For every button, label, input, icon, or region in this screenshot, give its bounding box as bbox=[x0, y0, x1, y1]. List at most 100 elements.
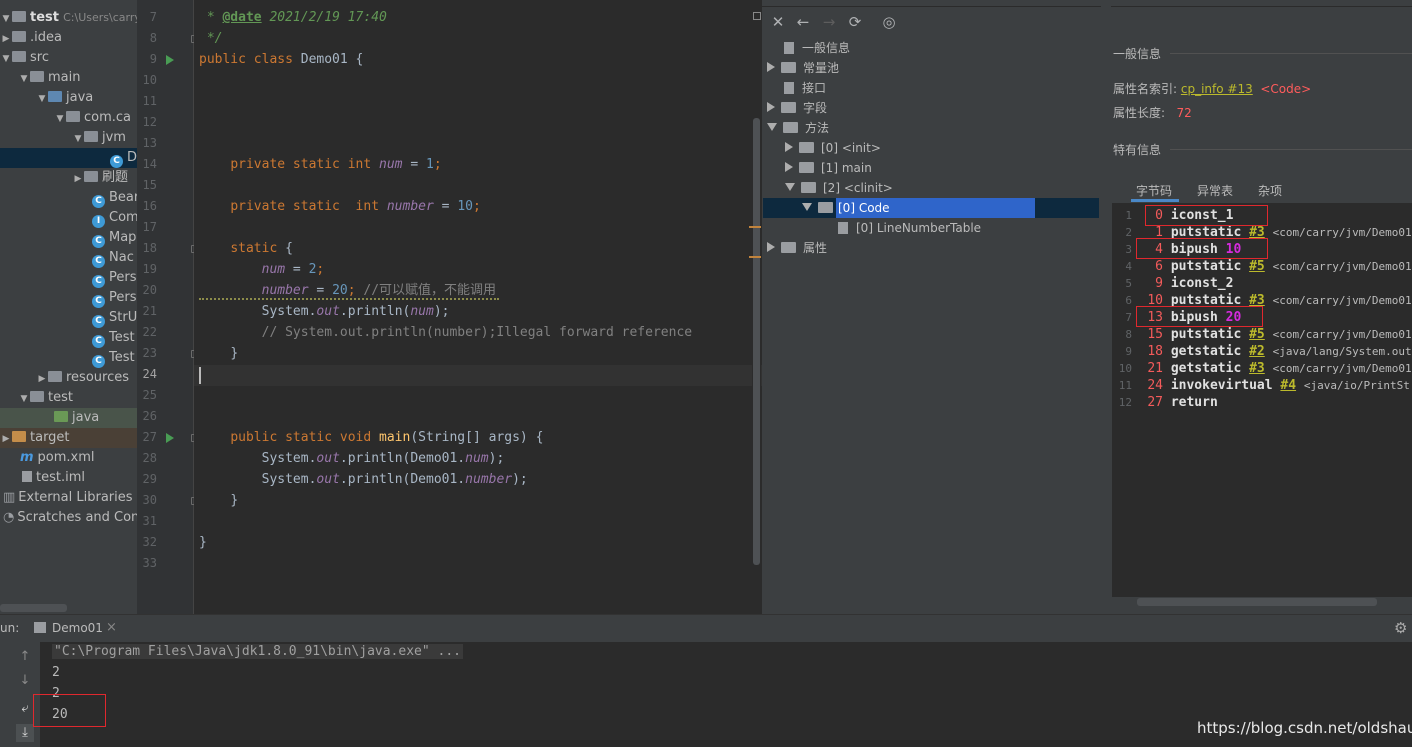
chevron-right-icon[interactable] bbox=[785, 142, 793, 152]
chevron-down-icon[interactable]: ▼ bbox=[0, 9, 12, 29]
tree-item-idea[interactable]: ▶ .idea bbox=[0, 28, 137, 48]
tree-item-class[interactable]: I Com bbox=[0, 208, 137, 228]
folder-icon bbox=[799, 142, 814, 153]
tree-item-shuati[interactable]: ▶ 刷题 bbox=[0, 168, 137, 188]
line-number: 10 bbox=[142, 73, 157, 87]
error-stripe-mark[interactable] bbox=[749, 256, 761, 258]
separator bbox=[1170, 53, 1412, 54]
back-arrow-icon[interactable]: ← bbox=[791, 8, 815, 36]
chevron-down-icon[interactable] bbox=[785, 183, 795, 191]
tree-item-external-libraries[interactable]: ▥ External Libraries bbox=[0, 488, 137, 508]
chevron-right-icon[interactable] bbox=[767, 102, 775, 112]
project-hscroll[interactable] bbox=[0, 604, 67, 612]
inspection-status-icon[interactable] bbox=[753, 12, 761, 20]
tree-label: Scratches and Cons bbox=[17, 510, 137, 525]
scroll-to-end-icon[interactable]: ⤓ bbox=[16, 724, 34, 742]
tree-item-src[interactable]: ▼ src bbox=[0, 48, 137, 68]
error-stripe-mark[interactable] bbox=[749, 226, 761, 228]
editor-scrollbar-thumb[interactable] bbox=[753, 118, 760, 565]
line-number: 12 bbox=[142, 115, 157, 129]
soft-wrap-icon[interactable]: ⤶ bbox=[16, 700, 34, 718]
bc-tree-method-main[interactable]: [1] main bbox=[785, 158, 872, 178]
close-tab-icon[interactable]: × bbox=[106, 620, 117, 635]
class-icon: C bbox=[92, 355, 105, 368]
splitter[interactable] bbox=[1101, 0, 1111, 614]
up-arrow-icon[interactable]: ↑ bbox=[16, 648, 34, 666]
tree-item-main[interactable]: ▼ main bbox=[0, 68, 137, 88]
bc-tree-line-number-table[interactable]: [0] LineNumberTable bbox=[838, 218, 981, 238]
bc-tree-attributes[interactable]: 属性 bbox=[767, 238, 827, 258]
tree-label: java bbox=[72, 410, 100, 425]
tree-item-test[interactable]: ▼ test bbox=[0, 388, 137, 408]
bytecode-hscroll[interactable] bbox=[1137, 598, 1377, 606]
chevron-down-icon[interactable] bbox=[767, 123, 777, 131]
tree-item-resources[interactable]: ▶ resources bbox=[0, 368, 137, 388]
tree-item-jvm[interactable]: ▼ jvm bbox=[0, 128, 137, 148]
bc-tree-interfaces[interactable]: 接口 bbox=[784, 78, 826, 98]
line-number: 13 bbox=[142, 136, 157, 150]
tree-item-iml[interactable]: test.iml bbox=[0, 468, 137, 488]
chevron-right-icon[interactable]: ▶ bbox=[0, 429, 12, 449]
refresh-icon[interactable]: ⟳ bbox=[843, 8, 867, 36]
chevron-down-icon[interactable]: ▼ bbox=[18, 389, 30, 409]
tree-item-class[interactable]: C Nac bbox=[0, 248, 137, 268]
file-icon bbox=[784, 82, 794, 94]
close-icon[interactable]: ✕ bbox=[766, 8, 790, 36]
chevron-right-icon[interactable]: ▶ bbox=[72, 169, 84, 189]
code-line-16: private static int number = 10; bbox=[230, 199, 481, 214]
tree-item-class[interactable]: C Map bbox=[0, 228, 137, 248]
code-line-19: num = 2; bbox=[261, 262, 325, 277]
cp-info-link[interactable]: cp_info #13 bbox=[1181, 82, 1253, 96]
tree-item-class[interactable]: C Test bbox=[0, 348, 137, 368]
tree-item-class[interactable]: C Pers bbox=[0, 268, 137, 288]
bc-tree-code[interactable]: [0] Code bbox=[802, 198, 1035, 218]
bc-tree-method-init[interactable]: [0] <init> bbox=[785, 138, 881, 158]
bc-tree-method-clinit[interactable]: [2] <clinit> bbox=[785, 178, 893, 198]
tree-item-demo01[interactable]: CD bbox=[0, 148, 137, 168]
chevron-right-icon[interactable] bbox=[767, 62, 775, 72]
tree-item-class[interactable]: C StrU bbox=[0, 308, 137, 328]
line-number: 19 bbox=[142, 262, 157, 276]
chevron-down-icon[interactable]: ▼ bbox=[18, 69, 30, 89]
root-path: C:\Users\carry. bbox=[63, 11, 137, 24]
code-line-9: public class Demo01 { bbox=[199, 52, 364, 67]
bc-tree-general[interactable]: 一般信息 bbox=[784, 38, 850, 58]
tab-misc[interactable]: 杂项 bbox=[1258, 182, 1282, 199]
chevron-down-icon[interactable]: ▼ bbox=[72, 129, 84, 149]
tree-item-java[interactable]: ▼ java bbox=[0, 88, 137, 108]
chevron-down-icon[interactable]: ▼ bbox=[54, 109, 66, 129]
run-main-icon[interactable] bbox=[166, 433, 174, 443]
tree-item-pom[interactable]: m pom.xml bbox=[0, 448, 137, 468]
tree-item-scratches[interactable]: ◔ Scratches and Cons bbox=[0, 508, 137, 528]
tree-item-class[interactable]: C Pers bbox=[0, 288, 137, 308]
gear-icon[interactable]: ⚙ bbox=[1394, 619, 1407, 637]
line-number: 31 bbox=[142, 514, 157, 528]
chevron-down-icon[interactable] bbox=[802, 203, 812, 211]
chevron-down-icon[interactable]: ▼ bbox=[36, 89, 48, 109]
bc-tree-fields[interactable]: 字段 bbox=[767, 98, 827, 118]
forward-arrow-icon[interactable]: → bbox=[817, 8, 841, 36]
chevron-down-icon[interactable]: ▼ bbox=[0, 49, 12, 69]
tree-label: com.ca bbox=[84, 110, 132, 125]
run-tab-demo01[interactable]: Demo01 bbox=[52, 621, 103, 635]
down-arrow-icon[interactable]: ↓ bbox=[16, 672, 34, 690]
bc-tree-constant-pool[interactable]: 常量池 bbox=[767, 58, 839, 78]
tree-item-class[interactable]: C Test bbox=[0, 328, 137, 348]
chevron-right-icon[interactable] bbox=[767, 242, 775, 252]
tab-bytecode[interactable]: 字节码 bbox=[1136, 182, 1172, 199]
chevron-right-icon[interactable]: ▶ bbox=[0, 29, 12, 49]
tree-item-target[interactable]: ▶ target bbox=[0, 428, 137, 448]
chevron-right-icon[interactable]: ▶ bbox=[36, 369, 48, 389]
tree-item-test-java[interactable]: java bbox=[0, 408, 137, 428]
run-label: un: bbox=[0, 621, 20, 635]
globe-icon[interactable]: ◎ bbox=[877, 8, 901, 36]
run-class-icon[interactable] bbox=[166, 55, 174, 65]
code-editor[interactable]: * @date 2021/2/19 17:40 */ public class … bbox=[194, 0, 762, 614]
tree-item-class[interactable]: C Bear bbox=[0, 188, 137, 208]
tree-item-package[interactable]: ▼ com.ca bbox=[0, 108, 137, 128]
tree-label: StrU bbox=[109, 310, 137, 325]
tab-exception-table[interactable]: 异常表 bbox=[1197, 182, 1233, 199]
bc-tree-methods[interactable]: 方法 bbox=[767, 118, 829, 138]
tree-root[interactable]: ▼ test C:\Users\carry. bbox=[0, 8, 137, 28]
chevron-right-icon[interactable] bbox=[785, 162, 793, 172]
